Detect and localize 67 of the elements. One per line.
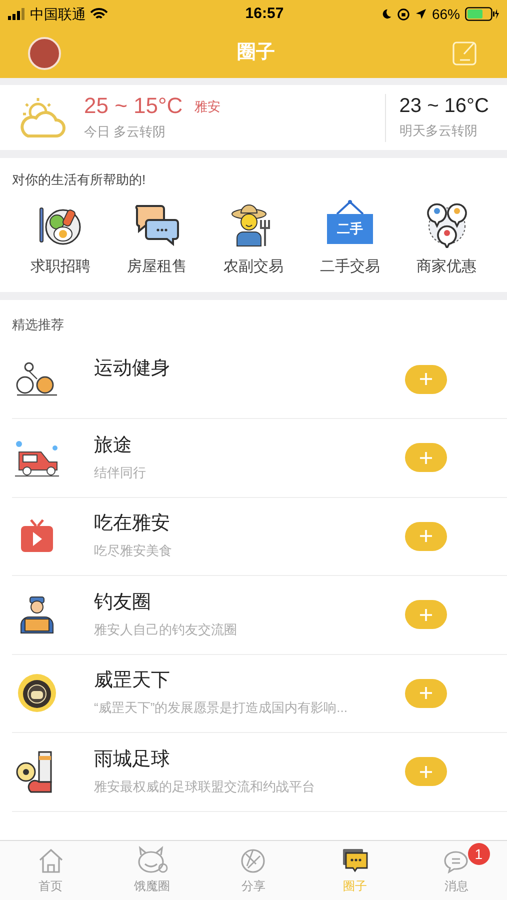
section-title: 精选推荐 [11, 316, 65, 334]
join-button[interactable] [405, 757, 447, 786]
partly-cloudy-icon [18, 96, 68, 140]
plus-icon [419, 764, 433, 779]
carrier-name: 中国联通 [30, 4, 86, 24]
today-forecast: 今日 多云转阴 [84, 123, 167, 142]
avatar[interactable] [28, 36, 61, 70]
rotation-lock-icon [396, 8, 410, 20]
plus-icon [419, 529, 433, 544]
group-row[interactable]: 旅途 结伴同行 [12, 419, 507, 498]
tv-play-icon [19, 518, 55, 554]
wifi-icon [90, 8, 108, 20]
group-description: 结伴同行 [94, 464, 147, 482]
group-row[interactable]: 雨城足球 雅安最权威的足球联盟交流和约战平台 [12, 733, 507, 812]
group-row[interactable]: 威罡天下 “威罡天下”的发展愿景是打造成国内有影响... [12, 654, 507, 733]
service-shortcut[interactable]: 房屋租售 [108, 200, 206, 278]
group-row[interactable]: 运动健身 [12, 340, 507, 419]
message-bubble-icon [443, 850, 470, 874]
sign-string-icon [335, 200, 366, 214]
service-shortcut[interactable]: 商家优惠 [398, 200, 495, 278]
compose-icon [452, 40, 478, 66]
join-button[interactable] [405, 600, 447, 630]
compose-button[interactable] [451, 39, 479, 67]
group-row[interactable]: 钓友圈 雅安人自己的钓友交流圈 [12, 576, 507, 654]
plus-icon [419, 686, 433, 700]
group-title: 威罡天下 [94, 669, 171, 693]
join-button[interactable] [405, 364, 447, 394]
signal-icon [8, 8, 26, 20]
home-icon [36, 848, 65, 874]
monster-face-icon [136, 846, 168, 874]
battery-icon [465, 7, 499, 21]
flaming-fist-badge-icon [16, 672, 58, 714]
group-description: 雅安人自己的钓友交流圈 [94, 620, 238, 638]
plus-icon [419, 450, 433, 465]
chat-cards-icon [340, 848, 369, 874]
plus-icon [419, 608, 433, 622]
service-shortcut[interactable]: 农副交易 [205, 200, 302, 278]
moon-icon [380, 8, 392, 20]
group-title: 雨城足球 [94, 748, 171, 772]
sign-board: 二手 [327, 214, 374, 244]
service-shortcut[interactable]: 求职招聘 [12, 200, 109, 278]
group-description: 雅安最权威的足球联盟交流和约战平台 [94, 778, 316, 796]
today-temperature: 25 ~ 15°C [84, 93, 183, 120]
unread-badge: 1 [468, 843, 490, 865]
group-title: 吃在雅安 [94, 512, 171, 536]
group-title: 运动健身 [94, 356, 171, 380]
nav-title: 圈子 [237, 40, 275, 65]
aperture-icon [240, 848, 266, 874]
tab[interactable]: 消息 1 [406, 841, 507, 900]
group-row[interactable]: 吃在雅安 吃尽雅安美食 [12, 498, 507, 576]
city-name: 雅安 [194, 98, 221, 116]
group-description: “威罡天下”的发展愿景是打造成国内有影响... [94, 699, 348, 717]
location-icon [414, 8, 427, 20]
tomorrow-forecast: 明天多云转阴 [399, 122, 478, 140]
cyclist-icon [15, 361, 59, 398]
join-button[interactable] [405, 522, 447, 551]
battery-percent: 66% [432, 4, 460, 24]
status-time: 16:57 [245, 4, 284, 24]
plus-icon [419, 372, 433, 386]
service-shortcut[interactable]: 二手 二手交易 [302, 200, 398, 278]
join-button[interactable] [405, 678, 447, 708]
group-title: 钓友圈 [94, 590, 152, 614]
tomorrow-temperature: 23 ~ 16°C [399, 94, 489, 118]
join-button[interactable] [405, 443, 447, 472]
group-title: 旅途 [94, 434, 133, 458]
section-title: 对你的生活有所帮助的! [12, 171, 147, 189]
group-description: 吃尽雅安美食 [94, 542, 173, 560]
